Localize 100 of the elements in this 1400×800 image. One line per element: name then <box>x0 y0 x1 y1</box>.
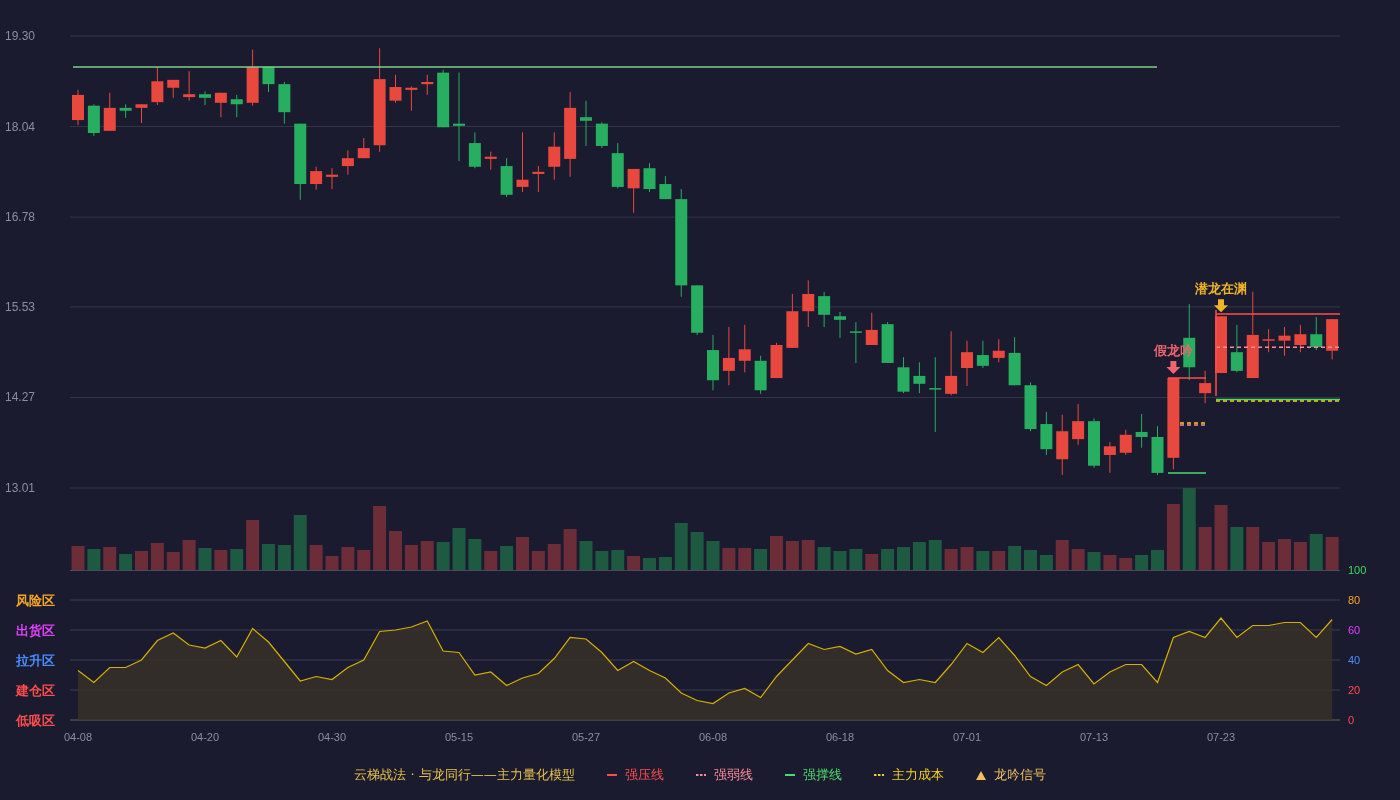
x-axis-label: 04-30 <box>317 731 347 743</box>
candlestick <box>310 166 323 191</box>
y-axis-label: 20 <box>1348 684 1361 696</box>
legend-label: 强压线 <box>624 766 664 785</box>
y-axis-label: 19.30 <box>5 29 36 43</box>
candlestick <box>611 142 624 189</box>
y-axis-label: 0 <box>1348 714 1355 726</box>
candlestick <box>437 69 450 128</box>
candlestick <box>87 103 100 137</box>
candlestick <box>1310 316 1323 351</box>
candlestick <box>532 165 545 193</box>
down-arrow-icon <box>1214 299 1228 313</box>
candlestick <box>1119 429 1132 456</box>
candlestick <box>722 326 735 386</box>
candlestick <box>849 321 862 364</box>
candlestick <box>214 92 227 118</box>
legend-label: 龙吟信号 <box>993 766 1046 785</box>
candlestick <box>389 74 402 104</box>
candlestick <box>468 131 481 169</box>
candlestick <box>659 175 672 200</box>
candlestick <box>1230 324 1243 373</box>
candlestick <box>405 85 418 112</box>
candlestick <box>691 284 704 336</box>
candlestick <box>1294 324 1307 353</box>
candlestick <box>548 131 561 181</box>
candlestick <box>1151 425 1164 476</box>
x-axis-label: 07-13 <box>1079 731 1109 743</box>
x-axis-label: 04-08 <box>63 731 93 743</box>
candlestick <box>516 131 529 193</box>
candlestick <box>992 338 1005 363</box>
down-arrow-icon <box>1166 361 1181 375</box>
candlestick <box>897 356 910 394</box>
candlestick <box>230 94 243 118</box>
candlestick <box>1135 413 1148 449</box>
candlestick <box>500 157 513 198</box>
candlestick <box>961 340 973 387</box>
candlestick <box>1199 370 1212 404</box>
candlestick <box>1024 381 1037 432</box>
candlestick <box>183 70 196 102</box>
y-axis-label: 40 <box>1348 654 1361 666</box>
candlestick <box>326 167 338 190</box>
candlestick <box>643 162 656 193</box>
candlestick <box>786 293 799 349</box>
candlestick <box>818 291 831 328</box>
candlestick <box>135 103 148 124</box>
x-axis-label: 07-01 <box>952 731 982 743</box>
candlestick <box>595 121 608 149</box>
candlestick <box>1278 326 1291 357</box>
candlestick <box>357 137 370 159</box>
candlestick <box>1056 414 1069 476</box>
y-axis-label: 60 <box>1348 624 1361 636</box>
y-axis-label: 100 <box>1348 564 1367 576</box>
candlestick <box>1072 403 1085 446</box>
candlestick <box>1088 417 1100 469</box>
candlestick <box>976 340 989 369</box>
candlestick <box>484 151 497 171</box>
x-axis-label: 07-23 <box>1206 731 1236 743</box>
zone-label: 建仓区 <box>16 683 55 698</box>
candlestick <box>119 103 132 119</box>
legend-label: 主力成本 <box>891 766 944 785</box>
candlestick <box>421 74 434 96</box>
zone-label: 拉升区 <box>16 653 55 668</box>
candlestick <box>881 321 894 364</box>
candlestick <box>278 81 291 125</box>
candlestick <box>580 100 592 147</box>
candlestick <box>913 361 926 394</box>
candlestick <box>262 66 275 93</box>
candlestick <box>802 279 815 328</box>
candlestick <box>1262 328 1275 353</box>
y-axis-label: 80 <box>1348 594 1361 606</box>
candlestick <box>1008 336 1021 386</box>
candlestick <box>707 334 719 391</box>
candlestick <box>1326 318 1339 360</box>
legend-label: 强撑线 <box>802 766 842 785</box>
candlestick <box>72 89 84 126</box>
y-axis-label: 14.27 <box>5 390 36 405</box>
x-axis-label: 06-08 <box>698 731 728 743</box>
candlestick <box>770 342 783 379</box>
zone-label: 风险区 <box>16 593 55 608</box>
candlestick <box>738 324 751 373</box>
legend-label: 强弱线 <box>713 766 753 785</box>
y-axis-label: 18.04 <box>5 119 36 134</box>
legend-title: 云梯战法 · 与龙同行——主力量化模型 <box>354 766 575 785</box>
candlestick <box>341 149 354 176</box>
candlestick <box>834 311 846 339</box>
candlestick <box>103 92 116 132</box>
candlestick <box>246 49 259 107</box>
candlestick <box>945 330 958 396</box>
y-axis-label: 13.01 <box>5 481 36 495</box>
candlestick <box>754 355 767 395</box>
x-axis-label: 05-27 <box>571 731 601 743</box>
y-axis-label: 16.78 <box>5 210 36 225</box>
signal-label: 潜龙在渊 <box>1195 281 1247 297</box>
candlestick <box>1103 441 1116 474</box>
x-axis-label: 05-15 <box>444 731 474 743</box>
y-axis-label: 15.53 <box>5 299 36 314</box>
candlestick <box>865 312 878 346</box>
zone-label: 出货区 <box>16 623 55 638</box>
zone-label: 低吸区 <box>16 713 55 728</box>
candlestick <box>199 90 211 106</box>
